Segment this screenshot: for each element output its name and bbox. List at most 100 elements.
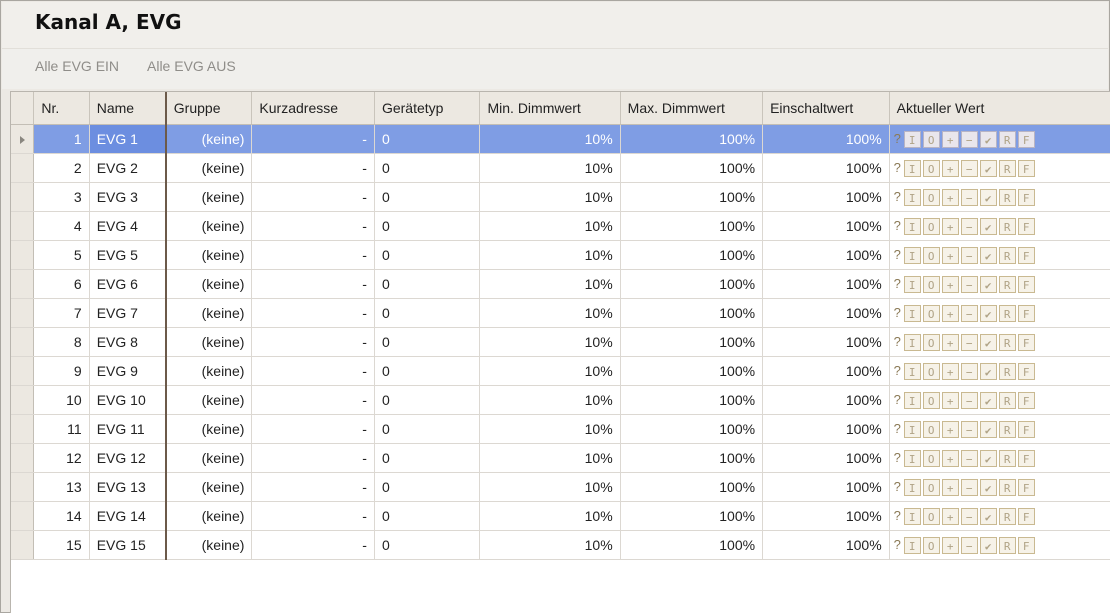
- row-indicator[interactable]: [11, 414, 35, 444]
- check-button[interactable]: ✔: [979, 449, 997, 467]
- on-button[interactable]: I: [903, 420, 921, 438]
- col-header-einschaltwert[interactable]: Einschaltwert: [762, 92, 890, 125]
- kurzadresse-cell[interactable]: -: [251, 327, 375, 357]
- gruppe-cell[interactable]: (keine): [164, 182, 253, 212]
- f-button[interactable]: F: [1017, 333, 1035, 351]
- kurzadresse-cell[interactable]: -: [251, 240, 375, 270]
- name-cell[interactable]: EVG 15: [89, 530, 167, 560]
- f-button[interactable]: F: [1017, 391, 1035, 409]
- max-dimmwert-cell[interactable]: 100%: [620, 298, 764, 328]
- increase-button[interactable]: +: [941, 188, 959, 206]
- row-indicator[interactable]: [11, 356, 35, 386]
- table-row[interactable]: 8 EVG 8 (keine) -0 10% 100% 100%? I O + − ✔ R F: [11, 327, 1110, 357]
- table-row[interactable]: 6 EVG 6 (keine) -0 10% 100% 100%? I O + − ✔ R F: [11, 269, 1110, 299]
- row-indicator[interactable]: [11, 530, 35, 560]
- off-button[interactable]: O: [922, 420, 940, 438]
- nr-cell[interactable]: 6: [33, 269, 90, 299]
- on-button[interactable]: I: [903, 478, 921, 496]
- gruppe-cell[interactable]: (keine): [164, 356, 253, 386]
- nr-cell[interactable]: 3: [33, 182, 90, 212]
- min-dimmwert-cell[interactable]: 10%: [479, 356, 621, 386]
- max-dimmwert-cell[interactable]: 100%: [620, 327, 764, 357]
- col-header-nr[interactable]: Nr.: [33, 92, 90, 125]
- name-cell[interactable]: EVG 2: [89, 153, 167, 183]
- geraetetyp-cell[interactable]: 0: [374, 182, 481, 212]
- name-cell[interactable]: EVG 4: [89, 211, 167, 241]
- kurzadresse-cell[interactable]: -: [251, 182, 375, 212]
- name-cell[interactable]: EVG 5: [89, 240, 167, 270]
- increase-button[interactable]: +: [941, 304, 959, 322]
- off-button[interactable]: O: [922, 391, 940, 409]
- on-button[interactable]: I: [903, 391, 921, 409]
- f-button[interactable]: F: [1017, 420, 1035, 438]
- increase-button[interactable]: +: [941, 420, 959, 438]
- decrease-button[interactable]: −: [960, 507, 978, 525]
- decrease-button[interactable]: −: [960, 449, 978, 467]
- name-cell[interactable]: EVG 14: [89, 501, 167, 531]
- nr-cell[interactable]: 13: [33, 472, 90, 502]
- min-dimmwert-cell[interactable]: 10%: [479, 182, 621, 212]
- max-dimmwert-cell[interactable]: 100%: [620, 385, 764, 415]
- einschaltwert-cell[interactable]: 100%: [762, 182, 890, 212]
- max-dimmwert-cell[interactable]: 100%: [620, 124, 764, 154]
- gruppe-cell[interactable]: (keine): [164, 530, 253, 560]
- r-button[interactable]: R: [998, 217, 1016, 235]
- f-button[interactable]: F: [1017, 478, 1035, 496]
- f-button[interactable]: F: [1017, 507, 1035, 525]
- increase-button[interactable]: +: [941, 449, 959, 467]
- einschaltwert-cell[interactable]: 100%: [762, 240, 890, 270]
- r-button[interactable]: R: [998, 275, 1016, 293]
- decrease-button[interactable]: −: [960, 536, 978, 554]
- max-dimmwert-cell[interactable]: 100%: [620, 356, 764, 386]
- geraetetyp-cell[interactable]: 0: [374, 327, 481, 357]
- on-button[interactable]: I: [903, 507, 921, 525]
- name-cell[interactable]: EVG 8: [89, 327, 167, 357]
- r-button[interactable]: R: [998, 536, 1016, 554]
- geraetetyp-cell[interactable]: 0: [374, 298, 481, 328]
- col-header-gruppe[interactable]: Gruppe: [164, 92, 253, 125]
- einschaltwert-cell[interactable]: 100%: [762, 327, 890, 357]
- col-header-kurzadresse[interactable]: Kurzadresse: [251, 92, 375, 125]
- off-button[interactable]: O: [922, 449, 940, 467]
- table-row[interactable]: 14 EVG 14 (keine) -0 10% 100% 100%? I O + − ✔ R F: [11, 501, 1110, 531]
- kurzadresse-cell[interactable]: -: [251, 124, 375, 154]
- decrease-button[interactable]: −: [960, 304, 978, 322]
- f-button[interactable]: F: [1017, 362, 1035, 380]
- row-indicator[interactable]: [11, 385, 35, 415]
- increase-button[interactable]: +: [941, 246, 959, 264]
- einschaltwert-cell[interactable]: 100%: [762, 530, 890, 560]
- einschaltwert-cell[interactable]: 100%: [762, 298, 890, 328]
- decrease-button[interactable]: −: [960, 362, 978, 380]
- f-button[interactable]: F: [1017, 449, 1035, 467]
- increase-button[interactable]: +: [941, 333, 959, 351]
- max-dimmwert-cell[interactable]: 100%: [620, 414, 764, 444]
- row-indicator[interactable]: [11, 298, 35, 328]
- off-button[interactable]: O: [922, 159, 940, 177]
- row-indicator[interactable]: [11, 211, 35, 241]
- geraetetyp-cell[interactable]: 0: [374, 124, 481, 154]
- table-row[interactable]: 2 EVG 2 (keine) -0 10% 100% 100%? I O + − ✔ R F: [11, 153, 1110, 183]
- name-cell[interactable]: EVG 9: [89, 356, 167, 386]
- r-button[interactable]: R: [998, 130, 1016, 148]
- name-cell[interactable]: EVG 13: [89, 472, 167, 502]
- check-button[interactable]: ✔: [979, 362, 997, 380]
- on-button[interactable]: I: [903, 159, 921, 177]
- increase-button[interactable]: +: [941, 130, 959, 148]
- min-dimmwert-cell[interactable]: 10%: [479, 211, 621, 241]
- col-header-aktueller-wert[interactable]: Aktueller Wert: [889, 92, 1110, 125]
- min-dimmwert-cell[interactable]: 10%: [479, 124, 621, 154]
- kurzadresse-cell[interactable]: -: [251, 153, 375, 183]
- gruppe-cell[interactable]: (keine): [164, 124, 253, 154]
- increase-button[interactable]: +: [941, 391, 959, 409]
- on-button[interactable]: I: [903, 449, 921, 467]
- kurzadresse-cell[interactable]: -: [251, 356, 375, 386]
- nr-cell[interactable]: 8: [33, 327, 90, 357]
- einschaltwert-cell[interactable]: 100%: [762, 414, 890, 444]
- name-cell[interactable]: EVG 12: [89, 443, 167, 473]
- row-indicator[interactable]: [11, 124, 35, 154]
- table-row[interactable]: 9 EVG 9 (keine) -0 10% 100% 100%? I O + − ✔ R F: [11, 356, 1110, 386]
- nr-cell[interactable]: 10: [33, 385, 90, 415]
- name-cell[interactable]: EVG 10: [89, 385, 167, 415]
- row-indicator[interactable]: [11, 182, 35, 212]
- geraetetyp-cell[interactable]: 0: [374, 153, 481, 183]
